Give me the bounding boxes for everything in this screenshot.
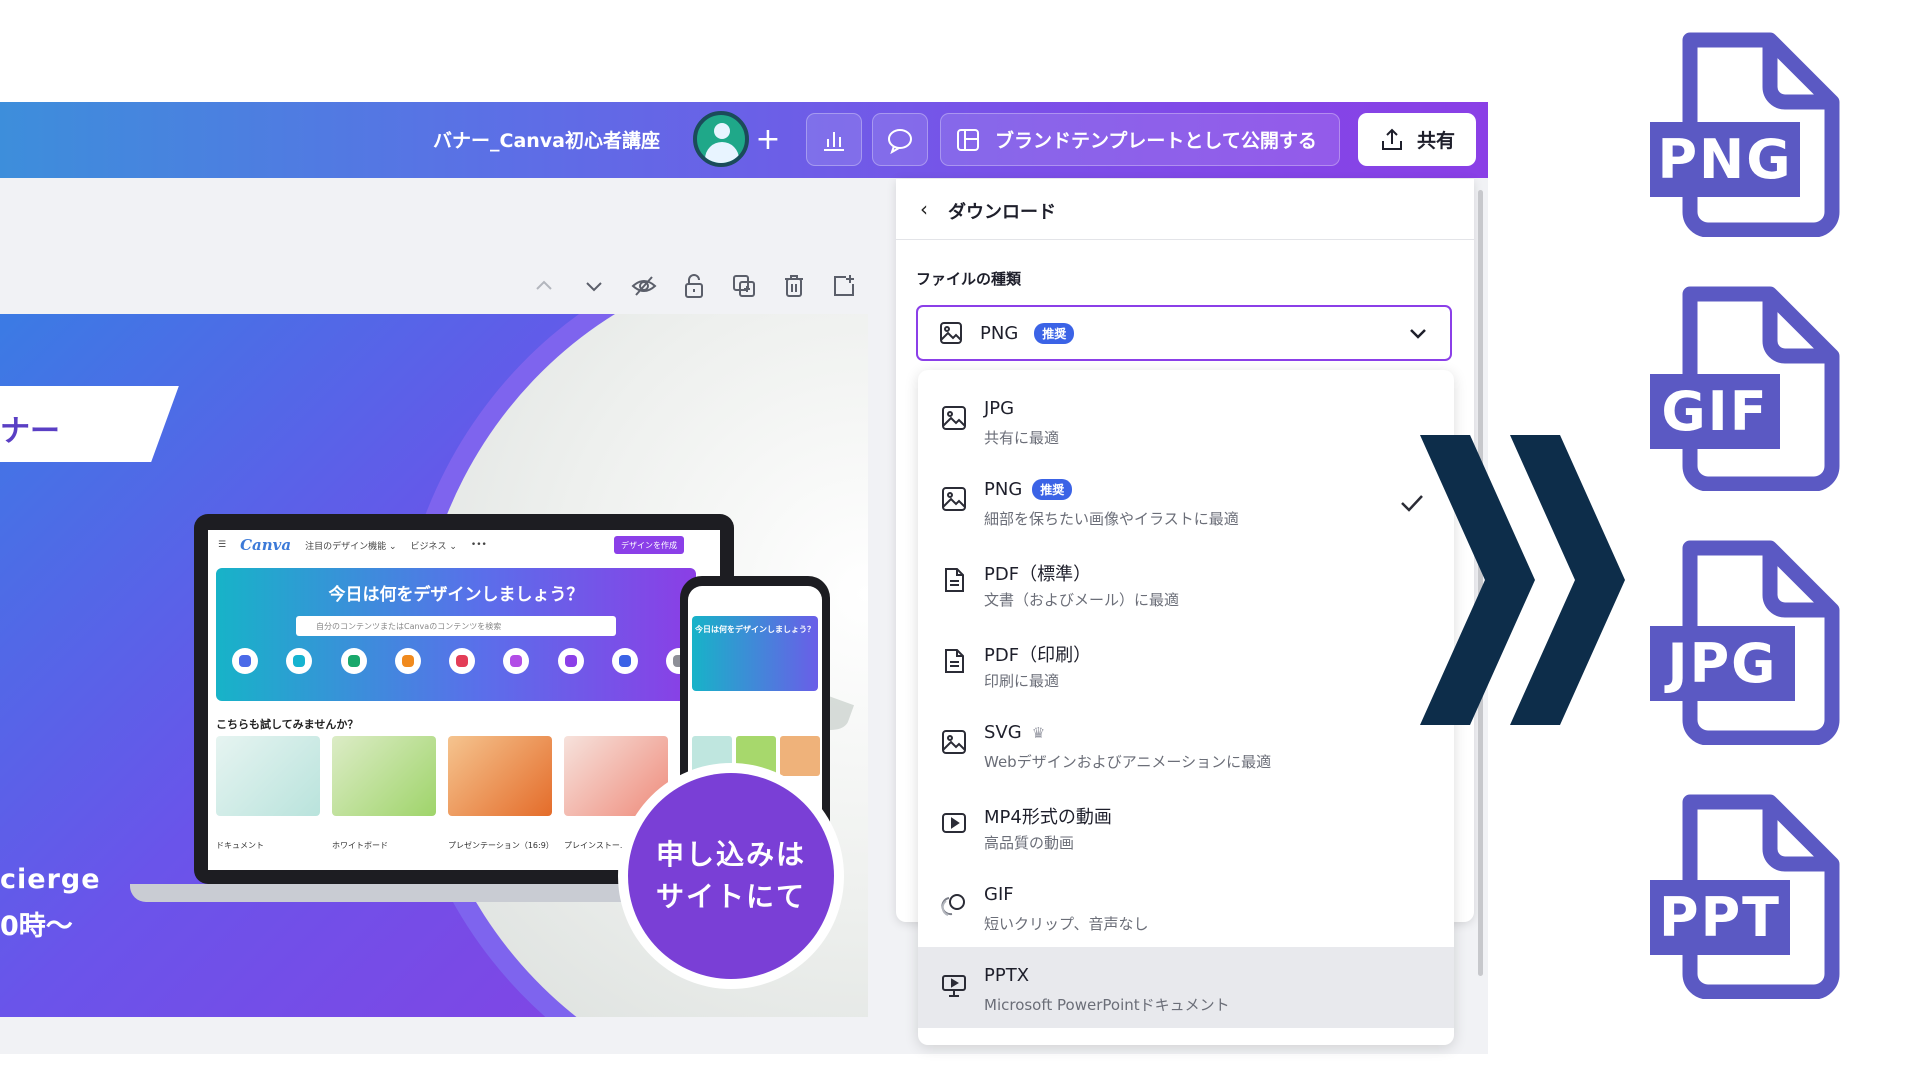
hide-eye-icon[interactable] — [630, 272, 658, 300]
divider — [896, 239, 1474, 240]
template-icon — [957, 128, 979, 151]
banner-title-text: ナー — [0, 414, 60, 449]
mock-hero-title: 今日は何をデザインしましょう？ — [328, 585, 584, 605]
option-desc: 高品質の動画 — [984, 834, 1075, 852]
option-name: PDF（印刷） — [984, 645, 1092, 666]
chevron-down-icon — [1410, 329, 1426, 339]
mock-nav-business: ビジネス ⌄ — [410, 541, 457, 552]
publish-brand-template-label: ブランドテンプレートとして公開する — [995, 130, 1317, 152]
option-name: SVG — [984, 722, 1022, 743]
mock-card-label: ホワイトボード — [332, 841, 388, 850]
option-name: PPTX — [984, 965, 1030, 986]
gif-file-icon: GIF — [1650, 286, 1840, 491]
canva-logo: Canva — [240, 536, 292, 554]
double-chevron-arrow-icon — [1420, 435, 1625, 725]
file-type-option-mp4[interactable]: MP4形式の動画 高品質の動画 — [918, 785, 1454, 866]
option-name: MP4形式の動画 — [984, 807, 1112, 828]
add-collaborator-button[interactable]: + — [745, 113, 791, 166]
share-button[interactable]: 共有 — [1358, 113, 1476, 166]
option-desc: 短いクリップ、音声なし — [984, 915, 1149, 933]
bar-chart-icon — [824, 131, 844, 151]
option-desc: 印刷に最適 — [984, 672, 1060, 690]
subtitle-line-2: 0時〜 — [0, 911, 73, 942]
image-icon — [942, 406, 966, 430]
back-chevron-icon[interactable]: ‹ — [920, 197, 928, 221]
option-desc: 細部を保ちたい画像やイラストに最適 — [984, 510, 1239, 528]
trash-icon[interactable] — [780, 272, 808, 300]
document-title[interactable]: バナー_Canva初心者講座 — [433, 126, 660, 153]
chevron-up-icon[interactable] — [530, 272, 558, 300]
badge-line-2: サイトにて — [655, 880, 806, 913]
option-desc: Webデザインおよびアニメーションに最適 — [984, 753, 1272, 771]
image-icon — [940, 322, 962, 344]
file-type-select[interactable]: PNG 推奨 — [916, 305, 1452, 361]
file-type-option-pdf-print[interactable]: PDF（印刷） 印刷に最適 — [918, 623, 1454, 704]
document-icon — [945, 568, 964, 592]
option-desc: 文書（およびメール）に最適 — [984, 591, 1180, 609]
option-name: PDF（標準） — [984, 564, 1092, 585]
ppt-file-icon: PPT — [1650, 794, 1840, 999]
chevron-down-icon[interactable] — [580, 272, 608, 300]
mock-create-design-button: デザインを作成 — [614, 536, 684, 554]
file-type-option-pptx[interactable]: PPTX Microsoft PowerPointドキュメント — [918, 947, 1454, 1028]
badge-line-1: 申し込みは — [655, 838, 806, 871]
user-avatar[interactable] — [693, 111, 749, 167]
duplicate-icon[interactable] — [730, 272, 758, 300]
gif-circles-icon — [941, 894, 965, 916]
presentation-icon — [942, 975, 966, 997]
share-label: 共有 — [1416, 130, 1455, 152]
mock-hero: 今日は何をデザインしましょう？ 自分のコンテンツまたはCanvaのコンテンツを検… — [216, 568, 696, 701]
top-bar: バナー_Canva初心者講座 + ブランドテンプレートとして公開する 共有 — [0, 102, 1488, 178]
jpg-file-icon: JPG — [1650, 540, 1840, 745]
file-type-option-jpg[interactable]: JPG 共有に最適 — [918, 380, 1454, 461]
option-name: PNG — [984, 479, 1023, 500]
mock-card-label: プレゼンテーション（16:9） — [448, 841, 554, 850]
lock-icon[interactable] — [680, 272, 708, 300]
file-icon-label: JPG — [1650, 626, 1795, 701]
file-type-dropdown: JPG 共有に最適 PNG 推奨 細部を保ちたい画像やイラストに最適 PDF（標… — [918, 370, 1454, 1045]
png-file-icon: PNG — [1650, 32, 1840, 237]
share-upload-icon — [1381, 128, 1402, 150]
insights-button[interactable] — [806, 113, 862, 166]
mock-nav-features: 注目のデザイン機能 ⌄ — [305, 541, 397, 552]
phone-hero-title: 今日は何をデザインしましょう？ — [695, 625, 815, 634]
mock-nav-more: ••• — [470, 540, 487, 550]
selected-file-type: PNG — [980, 322, 1019, 344]
publish-brand-template-button[interactable]: ブランドテンプレートとして公開する — [940, 113, 1340, 166]
mock-search-bar: 自分のコンテンツまたはCanvaのコンテンツを検索 — [296, 616, 616, 636]
image-icon — [942, 730, 966, 754]
design-canvas[interactable]: ナー cierge 0時〜 ☰ Canva 注目のデザイン機能 ⌄ ビジネス ⌄… — [0, 314, 868, 1017]
option-desc: Microsoft PowerPointドキュメント — [984, 996, 1230, 1014]
menu-icon: ☰ — [218, 540, 227, 550]
file-icon-label: GIF — [1650, 374, 1780, 449]
option-name: GIF — [984, 884, 1014, 905]
file-icon-label: PPT — [1650, 880, 1790, 955]
comment-icon — [888, 128, 912, 154]
file-type-option-pdf-standard[interactable]: PDF（標準） 文書（およびメール）に最適 — [918, 542, 1454, 623]
mock-section-title: こちらも試してみませんか？ — [216, 718, 359, 731]
plus-icon: + — [755, 122, 781, 157]
document-icon — [945, 649, 964, 673]
video-play-icon — [942, 813, 966, 833]
download-panel-title: ダウンロード — [948, 202, 1056, 223]
recommended-badge: 推奨 — [1034, 322, 1075, 344]
file-type-label: ファイルの種類 — [916, 270, 1022, 288]
option-name: JPG — [984, 398, 1015, 419]
recommended-badge: 推奨 — [1032, 479, 1073, 500]
mock-card-label: ドキュメント — [216, 841, 264, 850]
option-desc: 共有に最適 — [984, 429, 1060, 447]
comment-button[interactable] — [872, 113, 928, 166]
file-icon-label: PNG — [1650, 122, 1800, 197]
subtitle-line-1: cierge — [0, 864, 101, 895]
crown-icon: ♛ — [1031, 723, 1046, 742]
image-icon — [942, 487, 966, 511]
file-type-option-gif[interactable]: GIF 短いクリップ、音声なし — [918, 866, 1454, 947]
apply-badge: 申し込みは サイトにて — [628, 773, 834, 979]
add-page-icon[interactable] — [830, 272, 858, 300]
file-type-option-png[interactable]: PNG 推奨 細部を保ちたい画像やイラストに最適 — [918, 461, 1454, 542]
element-toolbar — [530, 272, 858, 300]
mock-category-icons — [232, 648, 692, 674]
file-type-option-svg[interactable]: SVG ♛ Webデザインおよびアニメーションに最適 — [918, 704, 1454, 785]
mock-template-cards — [216, 736, 668, 816]
